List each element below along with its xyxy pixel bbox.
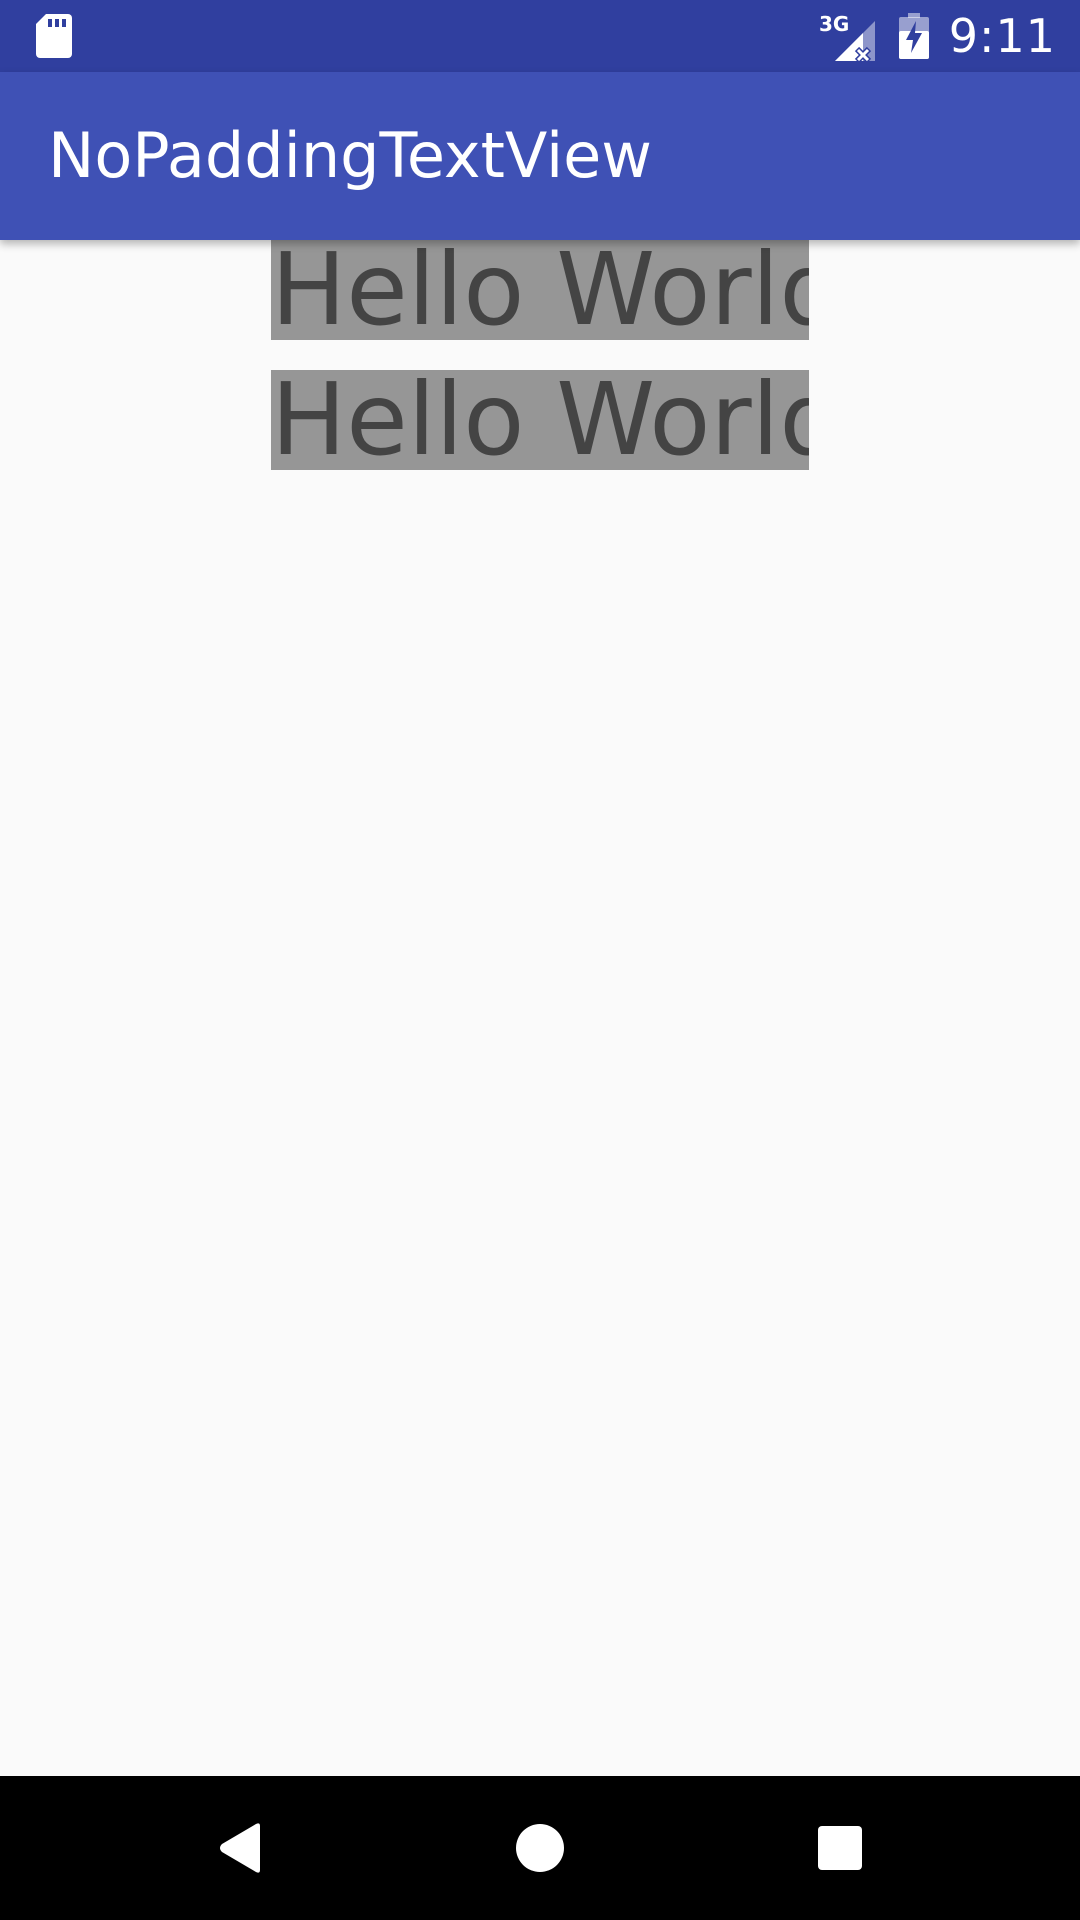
hello-text-view-2: Hello World! — [271, 370, 809, 470]
app-bar: NoPaddingTextView — [0, 72, 1080, 240]
recents-icon — [818, 1826, 862, 1870]
home-button[interactable] — [450, 1776, 630, 1920]
main-content: Hello World! Hello World! — [0, 240, 1080, 1776]
signal-no-data-icon: 3G — [819, 12, 875, 61]
battery-charging-icon — [898, 13, 929, 59]
network-type-label: 3G — [819, 12, 849, 36]
navigation-bar — [0, 1776, 1080, 1920]
recents-button[interactable] — [750, 1776, 930, 1920]
screen: 3G 9:11 NoPaddingTextView Hello World! H… — [0, 0, 1080, 1920]
home-icon — [516, 1824, 564, 1872]
status-icons: 3G 9:11 — [819, 0, 1056, 72]
back-icon — [220, 1823, 260, 1873]
sd-card-icon — [36, 14, 72, 58]
hello-text-view-1: Hello World! — [271, 240, 809, 340]
status-clock: 9:11 — [948, 9, 1056, 63]
status-bar: 3G 9:11 — [0, 0, 1080, 72]
app-title: NoPaddingTextView — [48, 119, 653, 192]
back-button[interactable] — [150, 1776, 330, 1920]
